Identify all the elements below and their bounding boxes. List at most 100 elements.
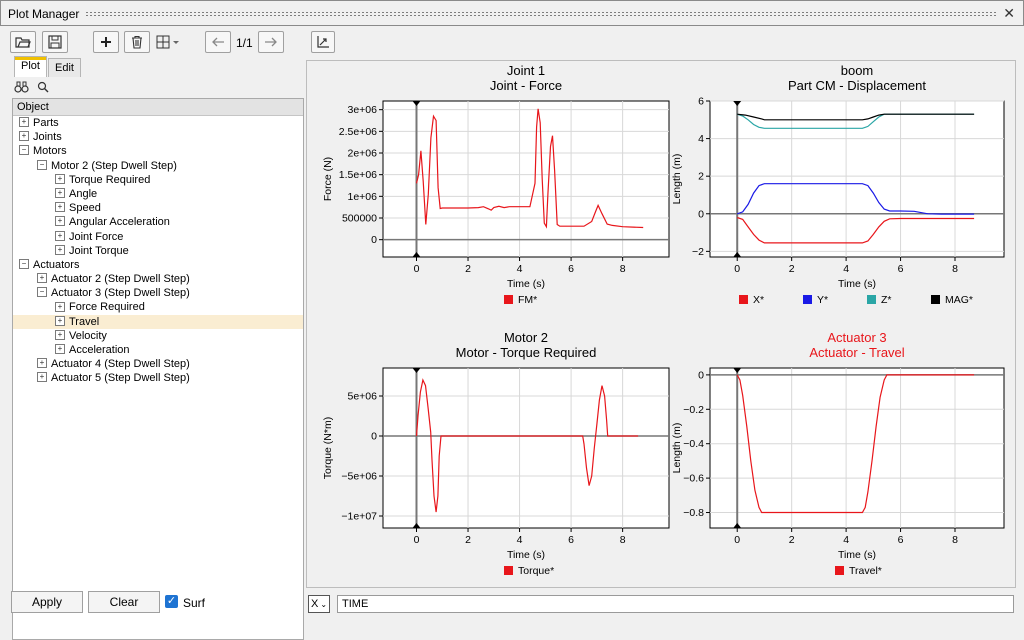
axis-select-value: X [311, 598, 319, 610]
tree-item[interactable]: + Velocity [13, 329, 303, 343]
x-tick-label: 0 [414, 534, 420, 546]
expand-icon[interactable]: + [55, 230, 65, 241]
tree-item[interactable]: − Motors [13, 144, 303, 158]
tree-item[interactable]: − Motor 2 (Step Dwell Step) [13, 159, 303, 173]
tree-item[interactable]: + Acceleration [13, 343, 303, 357]
axis-select[interactable]: X ⌄ [308, 595, 330, 613]
y-axis-label: Force (N) [322, 157, 334, 201]
tree-item[interactable]: − Actuator 3 (Step Dwell Step) [13, 286, 303, 300]
apply-button[interactable]: Apply [11, 591, 83, 613]
tree-item[interactable]: + Angular Acceleration [13, 215, 303, 229]
collapse-icon[interactable]: − [37, 159, 47, 170]
y-axis-label: Length (m) [671, 423, 683, 474]
layout-dropdown[interactable] [155, 31, 183, 53]
y-tick-label: 5e+06 [348, 391, 378, 403]
y-tick-label: 4 [698, 133, 704, 145]
tree-item[interactable]: + Speed [13, 201, 303, 215]
tree-item-label: Joint Torque [69, 244, 129, 257]
y-tick-label: 2 [698, 171, 704, 183]
expand-icon[interactable]: + [37, 358, 47, 369]
chart-title: boom [841, 63, 874, 78]
x-tick-label: 8 [952, 534, 958, 546]
chart-3: 0 2 4 6 8 −1e+07 −5e+06 0 5e+06 Motor 2Motor - To… [322, 330, 670, 577]
clear-button[interactable]: Clear [88, 591, 160, 613]
surf-checkbox[interactable]: ✓ [165, 595, 178, 608]
expand-icon[interactable]: + [55, 202, 65, 213]
expand-icon[interactable]: + [55, 244, 65, 255]
x-tick-label: 0 [414, 263, 420, 275]
close-icon[interactable]: ✕ [1003, 5, 1015, 22]
plus-icon [101, 37, 111, 47]
tree-item[interactable]: + Actuator 5 (Step Dwell Step) [13, 371, 303, 385]
legend-swatch [931, 295, 940, 304]
title-drag-handle[interactable] [85, 11, 997, 17]
arrow-left-icon [212, 37, 224, 47]
search-icon[interactable] [37, 81, 49, 93]
tree-item[interactable]: + Force Required [13, 300, 303, 314]
chart-subtitle: Part CM - Displacement [788, 78, 926, 93]
expression-input[interactable]: TIME [337, 595, 1014, 613]
tree-item[interactable]: + Torque Required [13, 173, 303, 187]
toolbar: 1/1 [0, 26, 1024, 60]
tree-item[interactable]: + Parts [13, 116, 303, 130]
tree-item[interactable]: + Actuator 4 (Step Dwell Step) [13, 357, 303, 371]
tree-item-label: Velocity [69, 329, 107, 342]
export-plot-button[interactable] [311, 31, 335, 53]
y-tick-label: −0.6 [683, 473, 704, 485]
delete-plot-button[interactable] [124, 31, 150, 53]
previous-page-button[interactable] [205, 31, 231, 53]
chart-1: 0 2 4 6 8 0 500000 1e+06 1.5e+06 2e+06 2.5e+06 3e+0… [322, 63, 670, 306]
expand-icon[interactable]: + [55, 216, 65, 227]
expand-icon[interactable]: + [19, 131, 29, 142]
object-panel: Plot Edit Object + Parts + Joints − Motors − Mo… [8, 56, 304, 640]
tab-edit[interactable]: Edit [48, 58, 81, 77]
tree-item[interactable]: − Actuators [13, 258, 303, 272]
tree-item-label: Angle [69, 187, 98, 200]
x-tick-label: 8 [620, 534, 626, 546]
expand-icon[interactable]: + [55, 344, 65, 355]
legend-label: Z* [881, 294, 892, 306]
expand-icon[interactable]: + [55, 315, 65, 326]
x-axis-label: Time (s) [838, 549, 876, 561]
y-tick-label: −5e+06 [341, 471, 377, 483]
x-tick-label: 6 [898, 534, 904, 546]
expand-icon[interactable]: + [55, 301, 65, 312]
tab-plot[interactable]: Plot [14, 56, 47, 77]
expand-icon[interactable]: + [19, 117, 29, 128]
legend-label: FM* [518, 294, 537, 306]
tree-item-label: Travel [69, 315, 100, 328]
tree-item[interactable]: + Travel [13, 314, 303, 329]
expand-icon[interactable]: + [37, 273, 47, 284]
expand-icon[interactable]: + [55, 173, 65, 184]
tree-item-label: Actuators [33, 258, 80, 271]
chart-title: Joint 1 [507, 63, 545, 78]
collapse-icon[interactable]: − [19, 258, 29, 269]
tree-item[interactable]: + Joints [13, 130, 303, 144]
folder-open-icon [15, 37, 31, 48]
save-button[interactable] [42, 31, 68, 53]
plot-frame [709, 367, 1005, 529]
tree-item[interactable]: + Joint Force [13, 230, 303, 244]
chart-subtitle: Motor - Torque Required [456, 345, 597, 360]
tree-item[interactable]: + Joint Torque [13, 244, 303, 258]
expand-icon[interactable]: + [55, 188, 65, 199]
collapse-icon[interactable]: − [37, 287, 47, 298]
y-axis-label: Length (m) [671, 154, 683, 205]
grid-layout-icon [156, 35, 179, 49]
legend-swatch [739, 295, 748, 304]
legend-label: X* [753, 294, 764, 306]
add-plot-button[interactable] [93, 31, 119, 53]
y-tick-label: −2 [692, 246, 704, 258]
x-tick-label: 4 [843, 263, 849, 275]
page-indicator: 1/1 [236, 36, 253, 50]
expand-icon[interactable]: + [37, 372, 47, 383]
expand-icon[interactable]: + [55, 329, 65, 340]
collapse-icon[interactable]: − [19, 145, 29, 156]
next-page-button[interactable] [258, 31, 284, 53]
tree-item[interactable]: + Angle [13, 187, 303, 201]
tree-item[interactable]: + Actuator 2 (Step Dwell Step) [13, 272, 303, 286]
open-folder-button[interactable] [10, 31, 36, 53]
y-tick-label: 0 [371, 234, 377, 246]
binoculars-icon[interactable] [14, 81, 29, 93]
y-tick-label: −0.8 [683, 507, 704, 519]
